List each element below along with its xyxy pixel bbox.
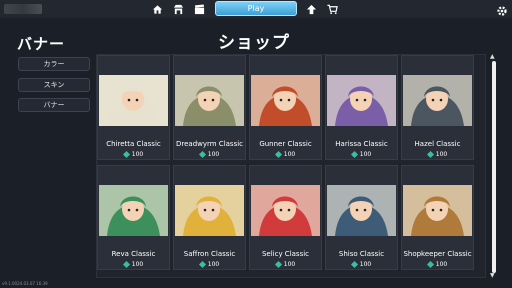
item-price: 100 [98,260,169,269]
scroll-up-arrow-icon[interactable]: ▲ [490,53,495,60]
gear-icon[interactable] [496,2,509,16]
item-price: 100 [402,260,473,269]
shop-stall-icon[interactable] [172,3,184,15]
item-name: Shopkeeper Classic [403,250,472,258]
item-price: 100 [326,150,397,159]
shop-item-card[interactable]: Shopkeeper Classic 100 [401,165,474,270]
sidebar-item-skin[interactable]: スキン [18,78,90,92]
user-info-blurred [4,4,42,14]
shop-item-card[interactable]: Gunner Classic 100 [249,55,322,160]
build-version: v9.1.0024.03.07 16:39 [2,281,48,286]
character-portrait [327,75,396,126]
shop-item-card[interactable]: Dreadwyrm Classic 100 [173,55,246,160]
item-name: Dreadwyrm Classic [175,140,244,148]
item-price-value: 100 [359,151,372,158]
gem-currency-icon [426,150,434,159]
item-price: 100 [98,150,169,159]
item-name: Saffron Classic [183,250,236,258]
character-portrait [175,185,244,236]
character-portrait [175,75,244,126]
clapperboard-icon[interactable] [193,3,205,15]
character-portrait [327,185,396,236]
shop-item-card[interactable]: Chiretta Classic 100 [97,55,170,160]
item-name: Shiso Classic [338,250,385,258]
gem-currency-icon [198,260,206,269]
item-price: 100 [402,150,473,159]
item-name: Gunner Classic [259,140,312,148]
character-portrait [251,185,320,236]
character-portrait [99,185,168,236]
sidebar-title: バナー [17,35,66,53]
gem-currency-icon [274,260,282,269]
item-name: Chiretta Classic [106,140,161,148]
top-navigation-bar: Play [0,0,512,18]
gem-currency-icon [350,260,358,269]
scroll-down-arrow-icon[interactable]: ▼ [490,272,495,279]
item-name: Harissa Classic [335,140,388,148]
item-price: 100 [174,150,245,159]
gem-currency-icon [198,150,206,159]
shop-item-card[interactable]: Hazel Classic 100 [401,55,474,160]
cart-icon[interactable] [326,3,338,15]
item-price-value: 100 [283,261,296,268]
item-name: Hazel Classic [414,140,461,148]
character-portrait [403,185,472,236]
home-icon[interactable] [151,3,163,15]
shop-item-card[interactable]: Shiso Classic 100 [325,165,398,270]
shop-item-card[interactable]: Saffron Classic 100 [173,165,246,270]
item-price-value: 100 [207,151,220,158]
shop-item-card[interactable]: Reva Classic 100 [97,165,170,270]
character-portrait [99,75,168,126]
shop-item-card[interactable]: Selicy Classic 100 [249,165,322,270]
scrollbar-thumb[interactable] [492,61,496,273]
gem-currency-icon [350,150,358,159]
item-name: Reva Classic [111,250,156,258]
item-name: Selicy Classic [261,250,310,258]
item-price-value: 100 [207,261,220,268]
item-price-value: 100 [435,261,448,268]
shop-item-card[interactable]: Harissa Classic 100 [325,55,398,160]
rank-up-icon[interactable] [305,3,317,15]
item-price-value: 100 [359,261,372,268]
item-price: 100 [174,260,245,269]
item-price-value: 100 [435,151,448,158]
gem-currency-icon [274,150,282,159]
gem-currency-icon [122,150,130,159]
item-price-value: 100 [131,151,144,158]
item-price-value: 100 [131,261,144,268]
character-portrait [403,75,472,126]
item-price: 100 [326,260,397,269]
character-portrait [251,75,320,126]
gem-currency-icon [122,260,130,269]
gem-currency-icon [426,260,434,269]
item-price-value: 100 [283,151,296,158]
item-price: 100 [250,150,321,159]
page-title: ショップ [218,33,290,53]
item-price: 100 [250,260,321,269]
play-button[interactable]: Play [215,1,297,16]
sidebar-item-color[interactable]: カラー [18,57,90,71]
sidebar-item-banner[interactable]: バナー [18,98,90,112]
